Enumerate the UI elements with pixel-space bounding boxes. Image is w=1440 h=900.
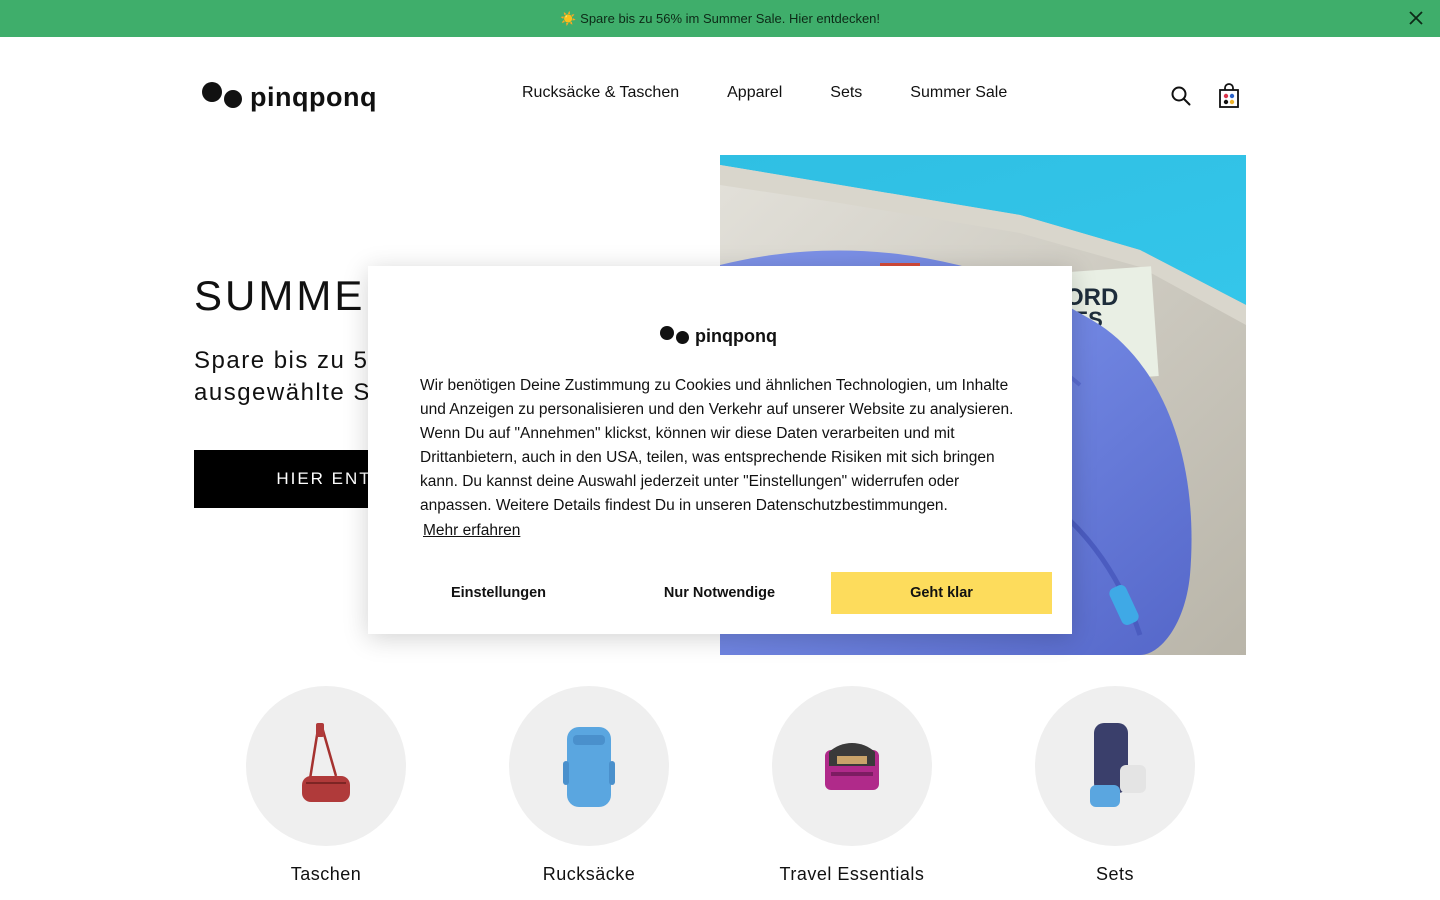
category-sets[interactable]: Sets bbox=[1035, 686, 1195, 885]
announcement-text[interactable]: Spare bis zu 56% im Summer Sale. Hier en… bbox=[580, 11, 880, 26]
settings-button[interactable]: Einstellungen bbox=[388, 572, 609, 614]
backpack-icon bbox=[563, 727, 615, 807]
logo-mark bbox=[202, 80, 244, 110]
site-logo[interactable]: pinqponq bbox=[202, 76, 377, 113]
sun-icon: ☀️ bbox=[559, 10, 577, 26]
cookie-consent-text: Wir benötigen Deine Zustimmung zu Cookie… bbox=[420, 377, 1014, 514]
nav-item-apparel[interactable]: Apparel bbox=[727, 84, 782, 102]
search-icon[interactable] bbox=[1170, 85, 1192, 107]
logo-text: pinqponq bbox=[250, 82, 377, 112]
category-image bbox=[772, 686, 932, 846]
announcement-bar[interactable]: ☀️ Spare bis zu 56% im Summer Sale. Hier… bbox=[0, 0, 1440, 37]
modal-logo: pinqponq bbox=[660, 324, 777, 347]
learn-more-link[interactable]: Mehr erfahren bbox=[423, 522, 520, 540]
pouch-icon bbox=[825, 743, 879, 790]
category-travel-essentials[interactable]: Travel Essentials bbox=[772, 686, 932, 885]
category-image bbox=[509, 686, 669, 846]
close-icon[interactable] bbox=[1406, 8, 1426, 28]
set-icon bbox=[1090, 723, 1146, 807]
main-nav: Rucksäcke & Taschen Apparel Sets Summer … bbox=[522, 84, 1007, 102]
modal-logo-text: pinqponq bbox=[695, 326, 777, 346]
category-label[interactable]: Travel Essentials bbox=[772, 864, 932, 885]
nav-item-rucksaecke-taschen[interactable]: Rucksäcke & Taschen bbox=[522, 84, 679, 102]
accept-button[interactable]: Geht klar bbox=[831, 572, 1052, 614]
category-image bbox=[1035, 686, 1195, 846]
category-label[interactable]: Taschen bbox=[246, 864, 406, 885]
cookie-consent-modal: pinqponq Wir benötigen Deine Zustimmung … bbox=[368, 266, 1072, 634]
category-image bbox=[246, 686, 406, 846]
nav-item-summer-sale[interactable]: Summer Sale bbox=[910, 84, 1007, 102]
category-label[interactable]: Rucksäcke bbox=[509, 864, 669, 885]
cart-icon[interactable] bbox=[1218, 83, 1240, 109]
category-label[interactable]: Sets bbox=[1035, 864, 1195, 885]
category-rucksaecke[interactable]: Rucksäcke bbox=[509, 686, 669, 885]
sling-bag-icon bbox=[302, 723, 350, 802]
nav-item-sets[interactable]: Sets bbox=[830, 84, 862, 102]
category-taschen[interactable]: Taschen bbox=[246, 686, 406, 885]
necessary-only-button[interactable]: Nur Notwendige bbox=[609, 572, 830, 614]
